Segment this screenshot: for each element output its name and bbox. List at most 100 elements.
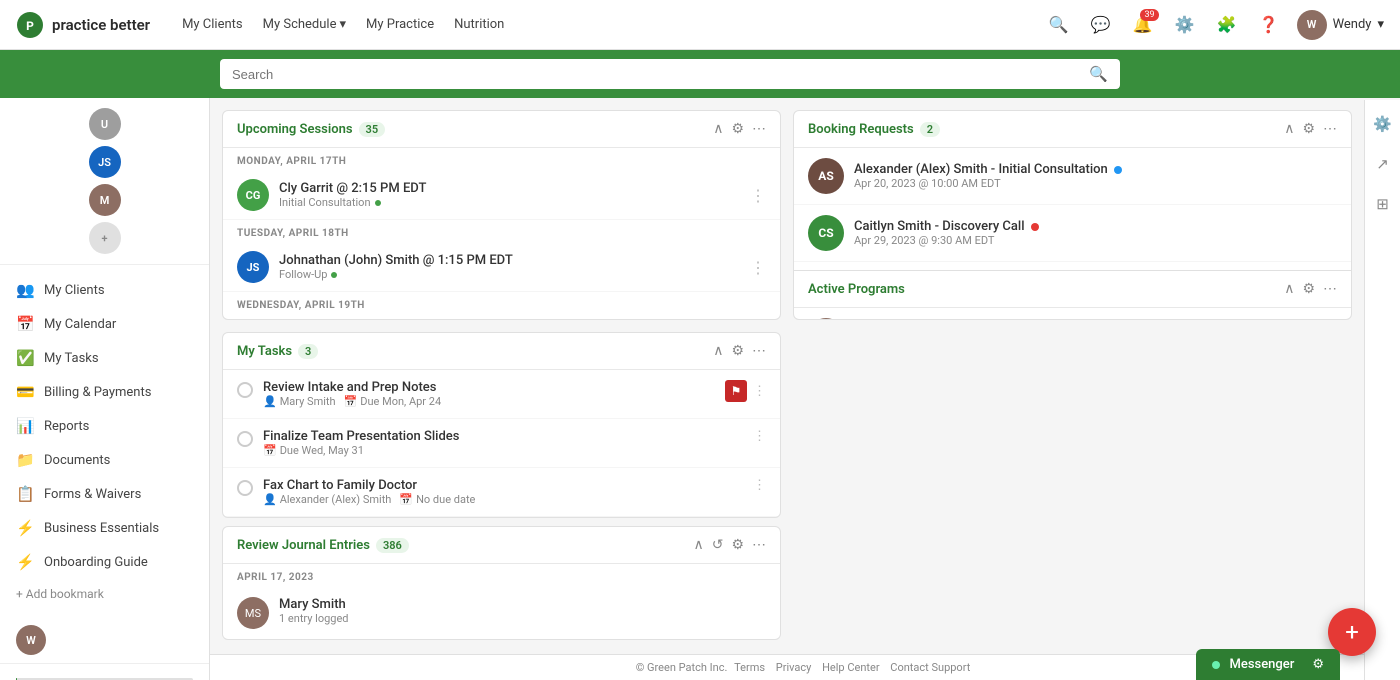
apps-button[interactable]: 🧩 — [1213, 11, 1241, 39]
search-nav-button[interactable]: 🔍 — [1045, 11, 1073, 39]
task-checkbox-1[interactable] — [237, 382, 253, 398]
task-checkbox-2[interactable] — [237, 431, 253, 447]
nav-icons: 🔍 💬 🔔 39 ⚙️ 🧩 ❓ W Wendy ▾ — [1045, 10, 1384, 40]
search-submit-icon[interactable]: 🔍 — [1089, 65, 1108, 83]
programs-settings-icon[interactable]: ⚙ — [1302, 281, 1315, 297]
reports-icon: 📊 — [16, 417, 34, 435]
sidebar-avatar-1[interactable]: U — [89, 108, 121, 140]
sessions-collapse-icon[interactable]: ∧ — [713, 121, 723, 137]
footer-copyright: © Green Patch Inc. — [636, 661, 728, 674]
sidebar-item-billing[interactable]: 💳 Billing & Payments — [0, 375, 209, 409]
journal-date-label: APRIL 17, 2023 — [223, 564, 780, 587]
session-john-smith: JS Johnathan (John) Smith @ 1:15 PM EDT … — [223, 243, 780, 292]
messenger-bar[interactable]: Messenger ⚙ — [1196, 649, 1341, 680]
task-review-intake: Review Intake and Prep Notes 👤 Mary Smit… — [223, 370, 780, 419]
notification-badge: 39 — [1140, 9, 1158, 21]
programs-collapse-icon[interactable]: ∧ — [1284, 281, 1294, 297]
session-type-cg: Initial Consultation — [279, 196, 740, 209]
sessions-settings-icon[interactable]: ⚙ — [731, 121, 744, 137]
nav-my-schedule[interactable]: My Schedule ▾ — [263, 17, 346, 32]
review-journal-header: Review Journal Entries 386 ∧ ↺ ⚙ ⋯ — [223, 527, 780, 564]
booking-requests-actions: ∧ ⚙ ⋯ — [1284, 121, 1337, 137]
user-menu-button[interactable]: W Wendy ▾ — [1297, 10, 1384, 40]
session-menu-cg[interactable]: ⋮ — [750, 186, 766, 205]
task-name-3: Fax Chart to Family Doctor — [263, 478, 743, 493]
notifications-button[interactable]: 🔔 39 — [1129, 11, 1157, 39]
journal-more-icon[interactable]: ⋯ — [752, 537, 766, 553]
program-health-reset: HR Health Reset Program Evergreen 3 clie… — [794, 308, 1351, 320]
sidebar-item-forms[interactable]: 📋 Forms & Waivers — [0, 477, 209, 511]
settings-button[interactable]: ⚙️ — [1171, 11, 1199, 39]
booking-indicator-cs — [1031, 223, 1039, 231]
sessions-more-icon[interactable]: ⋯ — [752, 121, 766, 137]
sidebar-avatar-3[interactable]: M — [89, 184, 121, 216]
review-journal-actions: ∧ ↺ ⚙ ⋯ — [693, 537, 766, 553]
task-menu-1[interactable]: ⋮ — [753, 384, 766, 399]
nav-my-clients[interactable]: My Clients — [182, 17, 243, 32]
sidebar-item-documents[interactable]: 📁 Documents — [0, 443, 209, 477]
nav-links: My Clients My Schedule ▾ My Practice Nut… — [182, 17, 1020, 32]
tasks-collapse-icon[interactable]: ∧ — [713, 343, 723, 359]
task-checkbox-3[interactable] — [237, 480, 253, 496]
sidebar-item-onboarding[interactable]: ⚡ Onboarding Guide — [0, 545, 209, 579]
my-tasks-badge: 3 — [298, 344, 318, 359]
booking-more-icon[interactable]: ⋯ — [1323, 121, 1337, 137]
right-grid-icon[interactable]: ⊞ — [1369, 190, 1397, 218]
sidebar-item-reports[interactable]: 📊 Reports — [0, 409, 209, 443]
session-menu-js[interactable]: ⋮ — [750, 258, 766, 277]
booking-date-as: Apr 20, 2023 @ 10:00 AM EDT — [854, 177, 1337, 190]
bookmark-label: + Add bookmark — [16, 587, 104, 601]
task-meta-3: 👤 Alexander (Alex) Smith 📅 No due date — [263, 493, 743, 506]
upcoming-sessions-actions: ∧ ⚙ ⋯ — [713, 121, 766, 137]
booking-collapse-icon[interactable]: ∧ — [1284, 121, 1294, 137]
sidebar-item-my-calendar[interactable]: 📅 My Calendar — [0, 307, 209, 341]
logo-area[interactable]: P practice better — [16, 11, 150, 39]
active-programs-header: Active Programs ∧ ⚙ ⋯ — [794, 270, 1351, 308]
booking-settings-icon[interactable]: ⚙ — [1302, 121, 1315, 137]
billing-icon: 💳 — [16, 383, 34, 401]
journal-settings-icon[interactable]: ⚙ — [731, 537, 744, 553]
forms-icon: 📋 — [16, 485, 34, 503]
messenger-settings-icon[interactable]: ⚙ — [1312, 657, 1324, 672]
booking-date-cs: Apr 29, 2023 @ 9:30 AM EDT — [854, 234, 1337, 247]
task-menu-2[interactable]: ⋮ — [753, 429, 766, 444]
sidebar-item-my-tasks[interactable]: ✅ My Tasks — [0, 341, 209, 375]
right-settings-icon[interactable]: ⚙️ — [1369, 110, 1397, 138]
sidebar-avatar-add[interactable]: + — [89, 222, 121, 254]
program-avatar: HR — [808, 318, 844, 320]
task-flag-1[interactable]: ⚑ — [725, 380, 747, 402]
footer-contact-support[interactable]: Contact Support — [890, 661, 970, 674]
main-content: Upcoming Sessions 35 ∧ ⚙ ⋯ MONDAY, APRIL… — [210, 98, 1364, 652]
booking-info-as: Alexander (Alex) Smith - Initial Consult… — [854, 162, 1337, 190]
booking-name-cs: Caitlyn Smith - Discovery Call — [854, 219, 1337, 234]
add-bookmark-button[interactable]: + Add bookmark — [0, 579, 209, 609]
tasks-settings-icon[interactable]: ⚙ — [731, 343, 744, 359]
footer-terms[interactable]: Terms — [734, 661, 765, 674]
right-share-icon[interactable]: ↗ — [1369, 150, 1397, 178]
nav-nutrition[interactable]: Nutrition — [454, 17, 504, 32]
chat-button[interactable]: 💬 — [1087, 11, 1115, 39]
booking-info-cs: Caitlyn Smith - Discovery Call Apr 29, 2… — [854, 219, 1337, 247]
sidebar-avatar-2[interactable]: JS — [89, 146, 121, 178]
task-name-1: Review Intake and Prep Notes — [263, 380, 715, 395]
footer-privacy[interactable]: Privacy — [776, 661, 812, 674]
task-menu-3[interactable]: ⋮ — [753, 478, 766, 493]
upcoming-sessions-header: Upcoming Sessions 35 ∧ ⚙ ⋯ — [223, 111, 780, 148]
sidebar-item-business[interactable]: ⚡ Business Essentials — [0, 511, 209, 545]
search-bar: 🔍 — [0, 50, 1400, 98]
session-info-cg: Cly Garrit @ 2:15 PM EDT Initial Consult… — [279, 181, 740, 209]
help-button[interactable]: ❓ — [1255, 11, 1283, 39]
search-input[interactable] — [232, 67, 1089, 82]
sidebar-item-my-clients[interactable]: 👥 My Clients — [0, 273, 209, 307]
booking-requests-badge: 2 — [920, 122, 940, 137]
sidebar-user-bottom[interactable]: W — [0, 617, 209, 663]
journal-collapse-icon[interactable]: ∧ — [693, 537, 703, 553]
tasks-more-icon[interactable]: ⋯ — [752, 343, 766, 359]
programs-more-icon[interactable]: ⋯ — [1323, 281, 1337, 297]
user-name: Wendy — [1333, 17, 1372, 32]
sidebar-label-my-clients: My Clients — [44, 283, 105, 298]
footer-help-center[interactable]: Help Center — [822, 661, 880, 674]
nav-my-practice[interactable]: My Practice — [366, 17, 434, 32]
right-settings-panel: ⚙️ ↗ ⊞ — [1364, 100, 1400, 680]
journal-refresh-icon[interactable]: ↺ — [712, 537, 724, 553]
